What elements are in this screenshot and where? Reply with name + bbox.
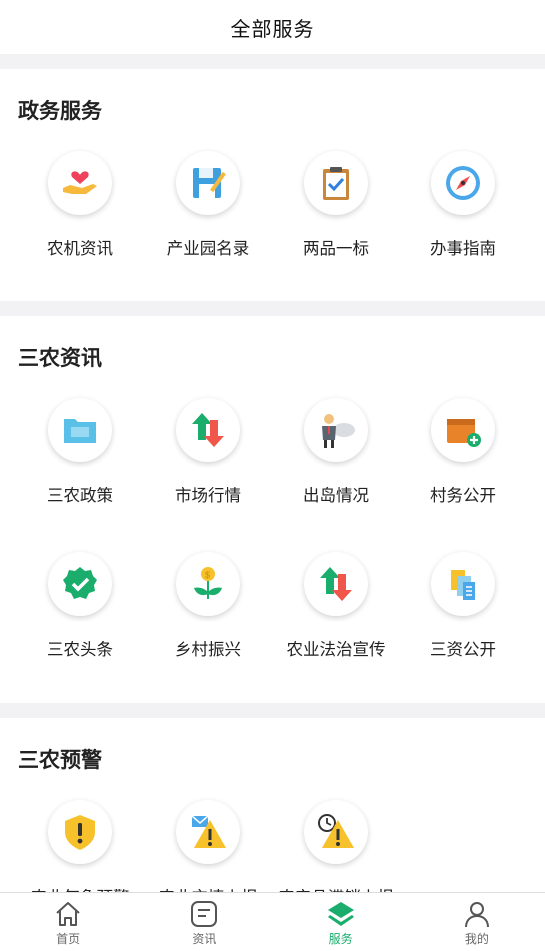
service-item-disaster-report[interactable]: 农业灾情上报	[144, 800, 272, 892]
user-icon	[464, 902, 489, 928]
up-down-arrows-icon	[304, 552, 368, 616]
section-gov-services: 政务服务 农机资讯 产业园名录 两品一标 办事指南	[0, 69, 545, 301]
message-icon	[191, 901, 218, 927]
tab-mine[interactable]: 我的	[409, 893, 545, 951]
shield-warning-icon	[48, 800, 112, 864]
section-agri-news: 三农资讯 三农政策 市场行情 出岛情况 村务公开 三农头条 $ 乡村振兴 农业法…	[0, 316, 545, 703]
service-label: 农业灾情上报	[159, 884, 258, 892]
service-item-weather-warning[interactable]: 农业气象预警	[16, 800, 144, 892]
section-heading: 政务服务	[18, 99, 102, 123]
service-item-industrial-park-list[interactable]: 产业园名录	[144, 151, 272, 259]
service-item-three-assets[interactable]: 三资公开	[399, 552, 527, 660]
person-cloud-icon	[304, 398, 368, 462]
service-item-unsalable-report[interactable]: 农产品滞销上报	[272, 800, 400, 892]
service-label: 农产品滞销上报	[278, 884, 394, 892]
section-heading: 三农预警	[18, 748, 102, 772]
service-label: 农业气象预警	[31, 884, 130, 892]
tab-label: 我的	[464, 932, 489, 946]
sprout-coin-icon: $	[176, 552, 240, 616]
page-title: 全部服务	[230, 16, 315, 41]
service-item-two-products[interactable]: 两品一标	[272, 151, 400, 259]
service-item-agri-policy[interactable]: 三农政策	[16, 398, 144, 506]
service-label: 三资公开	[430, 640, 496, 659]
service-label: 出岛情况	[303, 486, 369, 505]
service-item-market-quotes[interactable]: 市场行情	[144, 398, 272, 506]
clipboard-check-icon	[304, 151, 368, 215]
service-label: 三农政策	[47, 486, 113, 505]
service-label: 乡村振兴	[175, 640, 241, 659]
up-down-arrows-icon	[176, 398, 240, 462]
service-label: 办事指南	[430, 239, 496, 258]
tab-home[interactable]: 首页	[0, 893, 136, 951]
section-heading: 三农资讯	[18, 346, 102, 370]
service-label: 农机资讯	[47, 239, 113, 258]
tab-label: 首页	[56, 932, 81, 946]
clock-warning-icon	[304, 800, 368, 864]
folder-icon	[48, 398, 112, 462]
home-icon	[56, 902, 80, 926]
service-label: 三农头条	[47, 640, 113, 659]
documents-icon	[431, 552, 495, 616]
service-item-agri-headlines[interactable]: 三农头条	[16, 552, 144, 660]
service-item-village-affairs[interactable]: 村务公开	[399, 398, 527, 506]
service-item-island-export[interactable]: 出岛情况	[272, 398, 400, 506]
service-label: 两品一标	[303, 239, 369, 258]
hand-heart-icon	[48, 151, 112, 215]
service-item-agri-law-publicity[interactable]: 农业法治宣传	[272, 552, 400, 660]
mail-warning-icon	[176, 800, 240, 864]
service-item-rural-revitalization[interactable]: $ 乡村振兴	[144, 552, 272, 660]
check-badge-icon	[48, 552, 112, 616]
service-label: 村务公开	[430, 486, 496, 505]
box-add-icon	[431, 398, 495, 462]
service-item-affairs-guide[interactable]: 办事指南	[399, 151, 527, 259]
compass-icon	[431, 151, 495, 215]
layers-icon	[327, 902, 354, 926]
service-label: 市场行情	[175, 486, 241, 505]
service-label: 农业法治宣传	[286, 640, 386, 659]
service-label: 产业园名录	[166, 239, 250, 258]
service-item-farm-machinery-news[interactable]: 农机资讯	[16, 151, 144, 259]
tab-services[interactable]: 服务	[273, 893, 409, 951]
svg-text:$: $	[205, 570, 210, 580]
tab-label: 服务	[328, 932, 353, 946]
floppy-disk-icon	[176, 151, 240, 215]
top-bar: 全部服务	[0, 0, 545, 54]
tab-label: 资讯	[192, 932, 217, 946]
bottom-tab-bar: 首页 资讯 服务 我的	[0, 892, 545, 951]
section-agri-warnings: 三农预警 农业气象预警 农业灾情上报 农产品滞销上报	[0, 718, 545, 892]
tab-news[interactable]: 资讯	[136, 893, 272, 951]
